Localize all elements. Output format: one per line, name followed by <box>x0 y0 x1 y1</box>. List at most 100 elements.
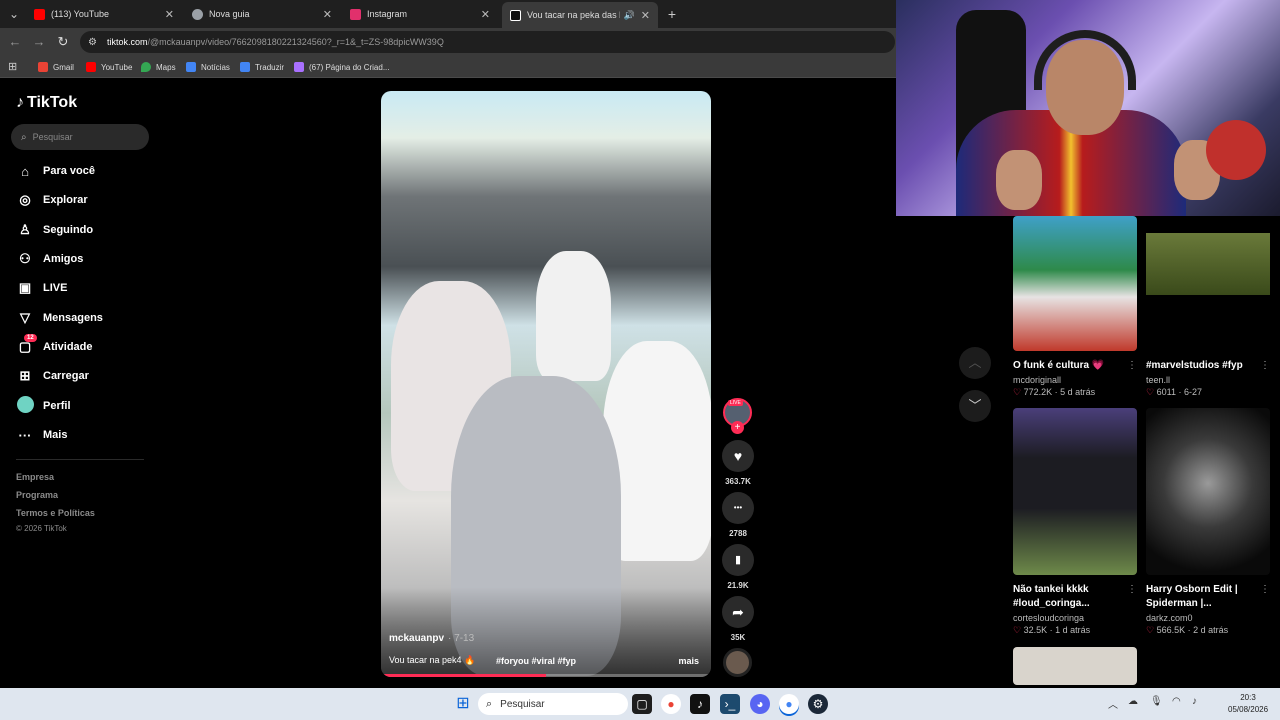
video-player[interactable]: mckauanpv · 7-13 Vou tacar na pek4 🔥 #for… <box>381 91 711 677</box>
tiktok-logo[interactable]: ♪ TikTok <box>16 94 77 112</box>
tiktok-favicon-icon <box>510 9 521 21</box>
comment-icon: ••• <box>733 503 743 512</box>
tab-close-icon[interactable]: ✕ <box>323 8 332 21</box>
chrome-icon[interactable]: ● <box>661 694 681 714</box>
video-author[interactable]: teen.ll <box>1146 375 1270 385</box>
windows-start-icon[interactable]: ⊞ <box>453 694 473 714</box>
heart-outline-icon: ♡ <box>1013 387 1022 397</box>
follow-plus-button[interactable]: + <box>731 421 744 434</box>
more-options-icon[interactable]: ⋮ <box>1260 359 1270 373</box>
forward-arrow-icon[interactable]: → <box>29 32 49 52</box>
video-figure <box>536 251 611 381</box>
bookmark-noticias[interactable]: Notícias <box>186 59 230 75</box>
video-progress-fill <box>381 674 546 677</box>
more-icon: ··· <box>18 427 32 443</box>
video-age: 6-27 <box>1183 387 1202 397</box>
video-author[interactable]: mckauanpv · 7-13 <box>389 633 474 644</box>
nav-carregar[interactable]: ⊞ Carregar <box>16 365 89 387</box>
save-button[interactable]: ▮ <box>722 544 754 576</box>
tiktok-app-icon[interactable]: ♪ <box>690 694 710 714</box>
task-view-icon[interactable]: ▢ <box>632 694 652 714</box>
tab-close-icon[interactable]: ✕ <box>165 8 174 21</box>
comment-button[interactable]: ••• <box>722 492 754 524</box>
chrome-active-icon[interactable]: ● <box>779 694 799 714</box>
recommended-video-card[interactable]: Harry Osborn Edit | Spiderman |... ⋮ dark… <box>1146 408 1270 636</box>
nav-mais[interactable]: ··· Mais <box>16 424 68 446</box>
reload-icon[interactable]: ↻ <box>53 32 73 52</box>
live-icon: ▣ <box>18 280 32 295</box>
site-info-icon[interactable]: ⚙ <box>88 37 97 48</box>
nav-amigos[interactable]: ⚇ Amigos <box>16 248 83 270</box>
nav-mensagens[interactable]: ▽ Mensagens <box>16 307 103 329</box>
video-stats: ♡ 772.2K · 5 d atrás <box>1013 387 1096 397</box>
discord-icon[interactable]: ◕ <box>750 694 770 714</box>
footer-link-programa[interactable]: Programa <box>16 490 58 500</box>
taskbar-search-input[interactable]: ⌕ Pesquisar <box>478 693 628 715</box>
like-button[interactable]: ♥ <box>722 440 754 472</box>
activity-icon: ▢ 12 <box>16 334 37 355</box>
tab-search-icon[interactable]: ⌄ <box>4 4 24 24</box>
video-progress-bar[interactable] <box>381 674 711 677</box>
video-author[interactable]: darkz.com0 <box>1146 613 1270 623</box>
caption-more-button[interactable]: mais <box>678 656 699 666</box>
nav-para-voce[interactable]: ⌂ Para você <box>16 160 95 182</box>
nav-perfil[interactable]: Perfil <box>16 395 71 417</box>
tray-wifi-icon[interactable]: ◠ <box>1172 696 1181 707</box>
recommended-video-card[interactable]: O funk é cultura 💗 ⋮ mcdoriginall ♡ 772.2… <box>1013 216 1137 398</box>
next-video-button[interactable]: ﹀ <box>959 390 991 422</box>
apps-grid-icon[interactable]: ⊞ <box>8 59 22 75</box>
recommended-video-card[interactable]: #marvelstudios #fyp ⋮ teen.ll ♡ 6011 · 6-… <box>1146 216 1270 398</box>
tab-nova-guia[interactable]: Nova guia ✕ <box>184 3 340 25</box>
youtube-favicon-icon <box>34 8 45 20</box>
previous-video-button[interactable]: ︿ <box>959 347 991 379</box>
bookmark-twitch-creator[interactable]: (67) Página do Criad... <box>294 59 390 75</box>
nav-live[interactable]: ▣ LIVE <box>16 277 68 299</box>
bookmark-maps[interactable]: Maps <box>141 59 176 75</box>
taskbar-clock[interactable]: 20:3 05/08/2026 <box>1228 692 1268 716</box>
steam-icon[interactable]: ⚙ <box>808 694 828 714</box>
tray-cloud-icon[interactable]: ☁ <box>1128 696 1138 707</box>
footer-link-termos[interactable]: Termos e Políticas <box>16 508 95 518</box>
bookmark-label: Notícias <box>201 62 230 72</box>
back-arrow-icon[interactable]: ← <box>5 32 25 52</box>
instagram-favicon-icon <box>350 8 361 20</box>
video-thumbnail <box>1013 647 1137 685</box>
new-tab-button[interactable]: + <box>664 4 680 24</box>
terminal-icon[interactable]: ›_ <box>720 694 740 714</box>
search-input[interactable]: ⌕ Pesquisar <box>11 124 149 150</box>
recommended-video-card[interactable] <box>1013 647 1137 685</box>
video-author[interactable]: mcdoriginall <box>1013 375 1137 385</box>
share-button[interactable]: ➦ <box>722 596 754 628</box>
tab-close-icon[interactable]: ✕ <box>641 9 650 22</box>
bookmark-gmail[interactable]: Gmail <box>38 59 74 75</box>
tray-volume-icon[interactable]: ♪ <box>1192 696 1197 707</box>
tab-close-icon[interactable]: ✕ <box>481 8 490 21</box>
more-options-icon[interactable]: ⋮ <box>1127 583 1137 597</box>
music-disc-icon[interactable] <box>723 648 752 677</box>
video-hashtags[interactable]: #foryou #viral #fyp <box>496 656 576 666</box>
more-options-icon[interactable]: ⋮ <box>1260 583 1270 597</box>
nav-seguindo[interactable]: ♙ Seguindo <box>16 219 93 241</box>
nav-atividade[interactable]: ▢ 12 Atividade <box>16 334 93 358</box>
bookmark-traduzir[interactable]: Traduzir <box>240 59 284 75</box>
url-path: /@mckauanpv/video/7662098180221324560?_r… <box>147 37 444 47</box>
search-placeholder: Pesquisar <box>32 132 73 142</box>
upload-icon: ⊞ <box>19 368 31 383</box>
footer-link-empresa[interactable]: Empresa <box>16 472 54 482</box>
clock-time: 20:3 <box>1240 693 1256 702</box>
tray-chevron-up-icon[interactable]: ︿ <box>1108 696 1118 711</box>
tab-youtube[interactable]: (113) YouTube ✕ <box>26 3 182 25</box>
recommended-video-card[interactable]: Não tankei kkkk #loud_coringa... ⋮ cortes… <box>1013 408 1137 636</box>
address-bar[interactable]: ⚙ tiktok.com /@mckauanpv/video/766209818… <box>80 31 895 53</box>
tray-mic-icon[interactable]: 🎙 <box>1150 696 1163 707</box>
tab-tiktok-video[interactable]: Vou tacar na peka das bb s 🔊 ✕ <box>502 2 658 28</box>
video-author[interactable]: cortesloudcoringa <box>1013 613 1137 623</box>
friends-icon: ⚇ <box>19 251 31 266</box>
more-options-icon[interactable]: ⋮ <box>1127 359 1137 373</box>
bookmark-youtube[interactable]: YouTube <box>86 59 132 75</box>
tab-instagram[interactable]: Instagram ✕ <box>342 3 498 25</box>
speaker-icon[interactable]: 🔊 <box>624 10 635 21</box>
nav-explorar[interactable]: ◎ Explorar <box>16 189 87 211</box>
video-age: 1 d atrás <box>1055 625 1091 635</box>
translate-icon <box>240 62 250 72</box>
